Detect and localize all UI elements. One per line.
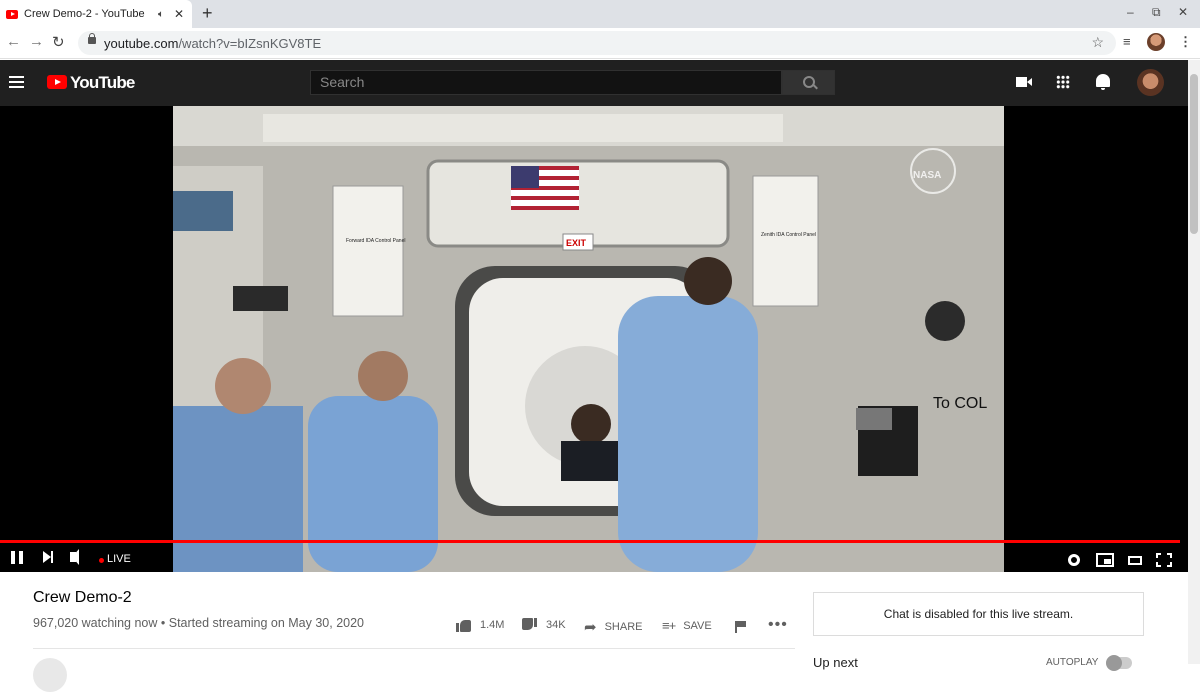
create-video-icon[interactable] (1016, 77, 1032, 87)
save-button[interactable]: ≡+ SAVE (662, 618, 712, 633)
search-input[interactable]: Search (310, 70, 782, 95)
omnibox[interactable]: youtube.com/watch?v=bIZsnKGV8TE ☆ (78, 31, 1116, 55)
autoplay-label: AUTOPLAY (1046, 657, 1099, 668)
bookmark-star-icon[interactable]: ☆ (1091, 34, 1104, 51)
autoplay-toggle[interactable] (1106, 655, 1132, 671)
share-arrow-icon: ➦ (584, 619, 597, 636)
browser-menu-icon[interactable]: ⋮ (1179, 34, 1192, 50)
info-divider (33, 648, 795, 649)
nasa-watermark: NASA (913, 170, 941, 181)
lock-icon (88, 33, 96, 44)
live-badge[interactable]: LIVE (107, 553, 131, 565)
tab-title: Crew Demo-2 - YouTube (24, 8, 145, 20)
dislike-count: 34K (546, 619, 566, 631)
share-button[interactable]: ➦ SHARE (584, 618, 642, 636)
miniplayer-icon[interactable] (1096, 553, 1114, 567)
reload-icon[interactable]: ↻ (52, 33, 65, 51)
volume-icon[interactable] (70, 549, 79, 565)
left-panel-title: Forward IDA Control Panel (346, 238, 405, 244)
scrollbar-thumb[interactable] (1190, 74, 1198, 234)
chat-disabled-box: Chat is disabled for this live stream. (813, 592, 1144, 636)
pause-icon[interactable] (11, 551, 23, 564)
address-toolbar: ← → ↻ youtube.com/watch?v=bIZsnKGV8TE ☆ (0, 28, 1200, 59)
video-title: Crew Demo-2 (33, 589, 132, 606)
more-actions-icon[interactable]: ••• (768, 616, 788, 634)
speaker-muted-icon[interactable]: 🔈︎ (158, 9, 164, 20)
account-avatar[interactable] (1137, 69, 1164, 96)
exit-sign: EXIT (566, 238, 587, 248)
view-count: 967,020 watching now (33, 616, 158, 630)
restore-icon[interactable]: ⧉ (1152, 5, 1161, 20)
stream-start-date: Started streaming on May 30, 2020 (168, 616, 365, 630)
thumbs-down-icon (522, 618, 537, 632)
like-button[interactable]: 1.4M (456, 618, 504, 632)
theater-mode-icon[interactable] (1128, 556, 1142, 565)
fullscreen-icon[interactable] (1156, 553, 1172, 567)
browser-tab[interactable]: Crew Demo-2 - YouTube 🔈︎ ✕ (0, 0, 192, 28)
apps-grid-icon[interactable] (1056, 75, 1070, 89)
settings-gear-icon[interactable] (1068, 554, 1080, 566)
minimize-icon[interactable]: – (1127, 5, 1134, 19)
youtube-favicon-icon (6, 9, 18, 19)
to-col-sign: To COL (933, 395, 987, 412)
url-text: youtube.com/watch?v=bIZsnKGV8TE (104, 36, 322, 51)
channel-avatar[interactable] (33, 658, 67, 692)
search-button[interactable] (782, 70, 835, 95)
youtube-masthead: YouTube Search (0, 60, 1188, 106)
browser-profile-avatar[interactable] (1147, 33, 1165, 51)
next-icon[interactable] (43, 551, 53, 563)
thumbs-up-icon (456, 618, 471, 632)
dislike-button[interactable]: 34K (522, 618, 566, 632)
like-count: 1.4M (480, 619, 505, 631)
youtube-logo-text[interactable]: YouTube (70, 73, 135, 93)
video-meta: 967,020 watching now • Started streaming… (33, 616, 364, 630)
menu-icon[interactable] (9, 76, 24, 88)
meta-separator: • (160, 616, 169, 630)
up-next-heading: Up next (813, 655, 858, 670)
player-controls: LIVE (0, 543, 1188, 572)
right-panel-title: Zenith IDA Control Panel (761, 232, 816, 238)
new-tab-icon[interactable]: + (202, 3, 213, 24)
playlist-add-icon: ≡+ (662, 618, 676, 633)
window-close-icon[interactable]: ✕ (1178, 5, 1188, 19)
save-label: SAVE (683, 619, 712, 632)
page-scrollbar[interactable] (1188, 60, 1200, 664)
media-control-icon[interactable]: ≡ (1123, 34, 1131, 49)
notifications-bell-icon[interactable] (1096, 74, 1110, 90)
back-icon[interactable]: ← (6, 33, 21, 50)
forward-icon[interactable]: → (29, 33, 44, 50)
close-tab-icon[interactable]: ✕ (174, 7, 184, 21)
share-label: SHARE (604, 621, 643, 633)
report-flag-icon[interactable] (735, 621, 746, 633)
chat-disabled-message: Chat is disabled for this live stream. (883, 607, 1074, 621)
video-frame[interactable]: Forward IDA Control Panel Zenith IDA Con… (173, 106, 1004, 572)
live-dot-icon (99, 558, 104, 563)
video-player[interactable]: Forward IDA Control Panel Zenith IDA Con… (0, 106, 1188, 572)
youtube-logo-icon[interactable] (47, 75, 67, 89)
browser-tab-strip: Crew Demo-2 - YouTube 🔈︎ ✕ + – ⧉ ✕ (0, 0, 1200, 28)
